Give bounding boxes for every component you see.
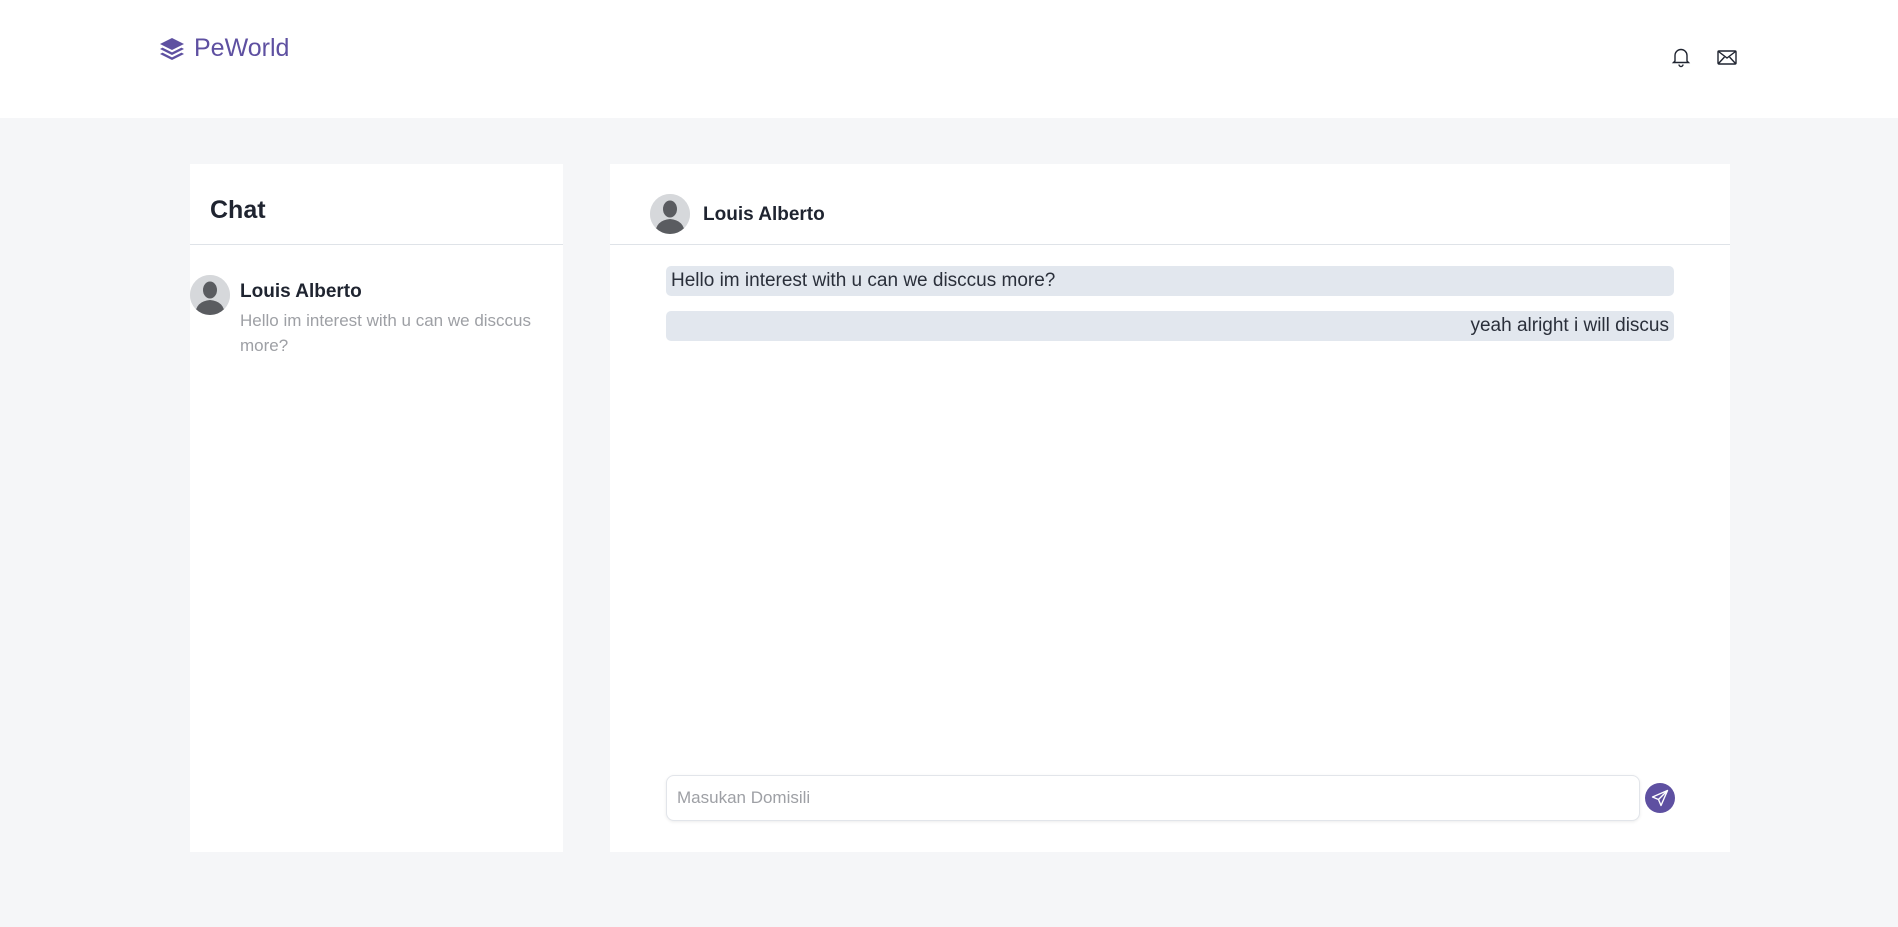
conversation-panel: Louis Alberto Hello im interest with u c… — [610, 164, 1730, 852]
contact-last-message: Hello im interest with u can we disccus … — [240, 311, 532, 355]
message-input[interactable] — [666, 775, 1640, 821]
navbar: PeWorld — [0, 0, 1898, 118]
mail-icon[interactable] — [1716, 46, 1738, 68]
conversation-contact-name: Louis Alberto — [703, 204, 825, 225]
message-composer — [666, 775, 1675, 823]
layers-icon — [158, 35, 186, 63]
send-button[interactable] — [1645, 783, 1675, 813]
divider — [190, 244, 563, 245]
message-incoming: Hello im interest with u can we disccus … — [666, 266, 1674, 296]
user-silhouette-icon — [190, 275, 230, 315]
chat-list-title: Chat — [210, 196, 266, 224]
send-icon — [1651, 789, 1669, 807]
user-silhouette-icon — [650, 194, 690, 234]
chat-list-panel: Chat Louis Alberto Hello im interest wit… — [190, 164, 563, 852]
contact-name: Louis Alberto — [240, 281, 362, 302]
divider — [610, 244, 1730, 245]
bell-icon[interactable] — [1670, 46, 1692, 68]
message-outgoing: yeah alright i will discus — [666, 311, 1674, 341]
chat-list-item[interactable]: Louis Alberto Hello im interest with u c… — [190, 275, 563, 365]
brand-logo[interactable]: PeWorld — [158, 34, 289, 63]
navbar-actions — [1670, 46, 1738, 68]
brand-name: PeWorld — [194, 34, 290, 62]
